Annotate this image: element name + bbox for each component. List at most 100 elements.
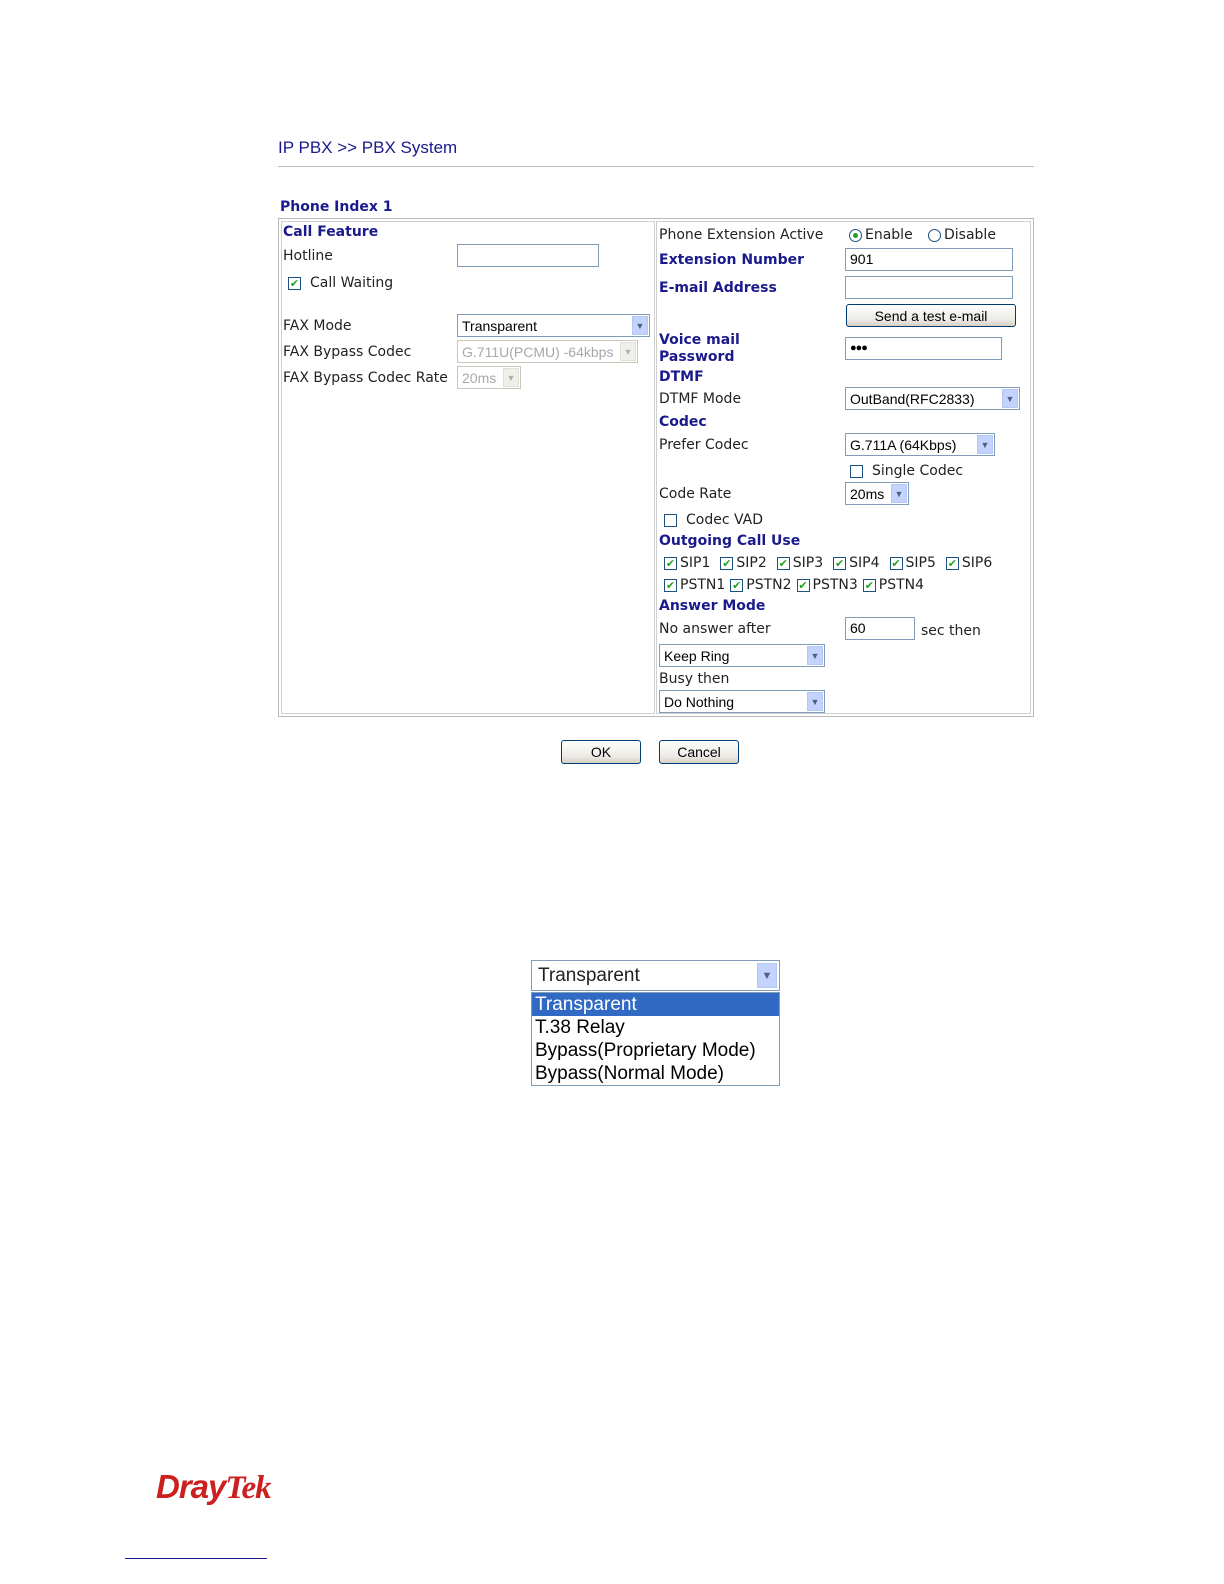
pstn4-label: PSTN4 [878, 577, 925, 593]
chevron-down-icon: ▼ [503, 368, 519, 387]
sip2-label: SIP2 [736, 555, 767, 571]
left-column [281, 221, 655, 714]
sec-then-label: sec then [921, 623, 981, 639]
draytek-logo: DrayTek [156, 1468, 272, 1507]
option-bypass-normal[interactable]: Bypass(Normal Mode) [532, 1062, 779, 1085]
no-answer-action-select[interactable]: Keep Ring ▼ [659, 644, 825, 667]
busy-action-select[interactable]: Do Nothing ▼ [659, 690, 825, 713]
code-rate-label: Code Rate [659, 486, 732, 502]
code-rate-value: 20ms [850, 485, 885, 502]
option-bypass-proprietary[interactable]: Bypass(Proprietary Mode) [532, 1039, 779, 1062]
codec-vad-label: Codec VAD [686, 512, 764, 528]
call-waiting-row: ✔ Call Waiting [288, 275, 393, 291]
codec-heading: Codec [659, 414, 707, 430]
sip4-checkbox[interactable]: ✔ [833, 556, 847, 570]
pstn2-label: PSTN2 [746, 577, 792, 593]
option-t38-relay[interactable]: T.38 Relay [532, 1016, 779, 1039]
pstn3-checkbox[interactable]: ✔ [796, 578, 810, 592]
chevron-down-icon: ▼ [891, 484, 907, 503]
logo-dray: Dray [156, 1468, 226, 1505]
pstn2-checkbox[interactable]: ✔ [730, 578, 744, 592]
sip6-checkbox[interactable]: ✔ [945, 556, 959, 570]
chevron-down-icon: ▼ [757, 963, 777, 988]
codec-vad-row: ✔ Codec VAD [664, 512, 763, 528]
enable-radio-row: Enable [849, 227, 913, 243]
busy-action-value: Do Nothing [664, 693, 735, 710]
voicemail-label-line2: Password [659, 349, 735, 365]
pstn3-label: PSTN3 [812, 577, 858, 593]
no-answer-action-value: Keep Ring [664, 647, 730, 664]
fax-mode-dropdown-current: Transparent [538, 964, 640, 986]
cancel-button[interactable]: Cancel [659, 740, 739, 764]
send-test-email-button[interactable]: Send a test e-mail [846, 304, 1016, 327]
hotline-input[interactable] [457, 244, 599, 267]
pstn4-checkbox[interactable]: ✔ [862, 578, 876, 592]
email-address-label: E-mail Address [659, 280, 777, 296]
phone-index-heading: Phone Index 1 [280, 199, 393, 215]
answer-mode-heading: Answer Mode [659, 598, 766, 614]
enable-radio[interactable] [849, 228, 862, 242]
sip3-checkbox[interactable]: ✔ [776, 556, 790, 570]
dtmf-mode-select[interactable]: OutBand(RFC2833) ▼ [845, 387, 1020, 410]
call-waiting-label: Call Waiting [310, 275, 394, 291]
hotline-label: Hotline [283, 248, 333, 264]
extension-number-input[interactable]: 901 [845, 248, 1013, 271]
single-codec-checkbox[interactable]: ✔ [850, 464, 863, 478]
pstn1-checkbox[interactable]: ✔ [664, 578, 677, 592]
outgoing-call-heading: Outgoing Call Use [659, 533, 801, 549]
chevron-down-icon: ▼ [977, 435, 993, 454]
sip1-label: SIP1 [680, 555, 711, 571]
prefer-codec-select[interactable]: G.711A (64Kbps) ▼ [845, 433, 995, 456]
chevron-down-icon: ▼ [620, 342, 636, 361]
sip2-checkbox[interactable]: ✔ [720, 556, 734, 570]
prefer-codec-label: Prefer Codec [659, 437, 749, 453]
chevron-down-icon: ▼ [632, 316, 648, 335]
outgoing-pstn-row: ✔ PSTN1 ✔ PSTN2 ✔ PSTN3 ✔ PSTN4 [664, 577, 924, 593]
dtmf-mode-value: OutBand(RFC2833) [850, 390, 975, 407]
fax-bypass-codec-select[interactable]: G.711U(PCMU) -64kbps ▼ [457, 340, 638, 363]
enable-label: Enable [865, 227, 913, 243]
sip4-label: SIP4 [849, 555, 880, 571]
prefer-codec-value: G.711A (64Kbps) [850, 436, 957, 453]
sip6-label: SIP6 [961, 555, 993, 571]
extension-number-label: Extension Number [659, 252, 805, 268]
call-waiting-checkbox[interactable]: ✔ [288, 276, 301, 290]
fax-bypass-rate-label: FAX Bypass Codec Rate [283, 370, 448, 386]
disable-radio[interactable] [928, 228, 941, 242]
fax-bypass-codec-value: G.711U(PCMU) -64kbps [462, 343, 614, 360]
chevron-down-icon: ▼ [807, 692, 823, 711]
option-transparent[interactable]: Transparent [532, 993, 779, 1016]
ok-button[interactable]: OK [561, 740, 641, 764]
outgoing-sip-row: ✔ SIP1 ✔ SIP2 ✔ SIP3 ✔ SIP4 ✔ SIP5 ✔ SIP… [664, 555, 992, 571]
disable-label: Disable [944, 227, 996, 243]
chevron-down-icon: ▼ [1002, 389, 1018, 408]
voicemail-label-line1: Voice mail [659, 332, 740, 348]
dtmf-heading: DTMF [659, 369, 704, 385]
dtmf-mode-label: DTMF Mode [659, 391, 742, 407]
voicemail-password-input[interactable]: ●●● [845, 337, 1002, 360]
phone-ext-active-label: Phone Extension Active [659, 227, 824, 243]
fax-bypass-rate-select[interactable]: 20ms ▼ [457, 366, 521, 389]
fax-mode-value: Transparent [462, 317, 537, 334]
code-rate-select[interactable]: 20ms ▼ [845, 482, 909, 505]
title-divider [278, 166, 1034, 167]
fax-bypass-codec-label: FAX Bypass Codec [283, 344, 412, 360]
fax-mode-dropdown-expanded: Transparent ▼ Transparent T.38 Relay Byp… [531, 960, 780, 1086]
no-answer-seconds-input[interactable]: 60 [845, 617, 915, 640]
fax-mode-label: FAX Mode [283, 318, 352, 334]
chevron-down-icon: ▼ [807, 646, 823, 665]
fax-bypass-rate-value: 20ms [462, 369, 497, 386]
footer-rule [125, 1558, 267, 1559]
fax-mode-dropdown-header[interactable]: Transparent ▼ [531, 960, 780, 991]
fax-mode-select[interactable]: Transparent ▼ [457, 314, 650, 337]
busy-then-label: Busy then [659, 671, 730, 687]
no-answer-label: No answer after [659, 621, 771, 637]
pstn1-label: PSTN1 [680, 577, 726, 593]
disable-radio-row: Disable [928, 227, 996, 243]
email-address-input[interactable] [845, 276, 1013, 299]
codec-vad-checkbox[interactable]: ✔ [664, 513, 677, 527]
sip5-checkbox[interactable]: ✔ [889, 556, 903, 570]
sip1-checkbox[interactable]: ✔ [664, 556, 677, 570]
single-codec-label: Single Codec [872, 463, 964, 479]
single-codec-row: ✔ Single Codec [850, 463, 963, 479]
